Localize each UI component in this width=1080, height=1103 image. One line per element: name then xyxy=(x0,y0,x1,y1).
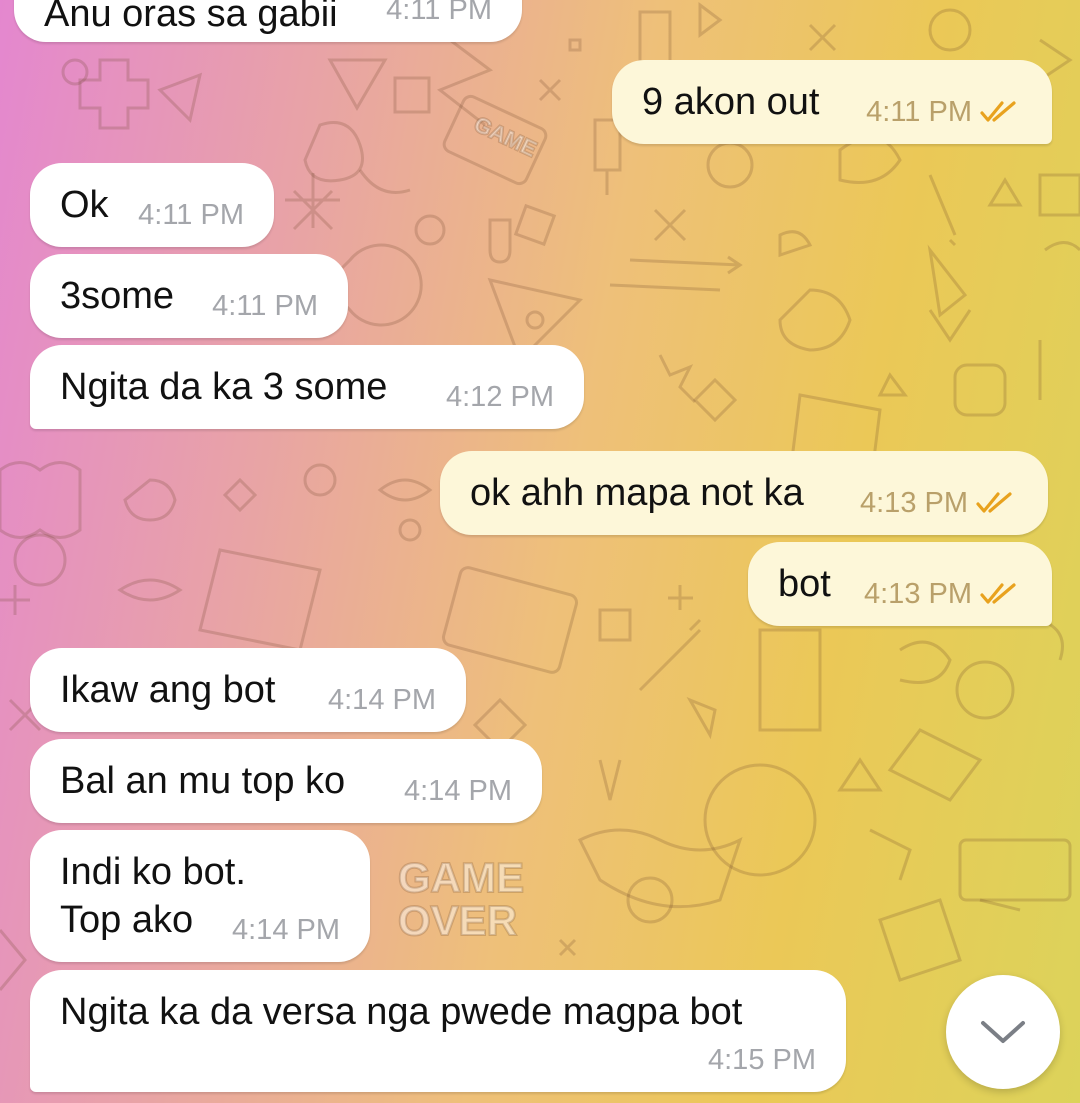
cartridge-label: GAME xyxy=(470,111,540,162)
message-time: 4:14 PM xyxy=(232,914,340,946)
message-bubble-incoming[interactable]: Anu oras sa gabii 4:11 PM xyxy=(14,0,522,42)
message-time: 4:13 PM xyxy=(860,487,968,519)
message-bubble-incoming[interactable]: Bal an mu top ko 4:14 PM xyxy=(30,739,542,823)
chevron-down-icon xyxy=(981,1021,1025,1043)
double-check-icon xyxy=(980,583,1016,604)
message-bubble-outgoing[interactable]: 9 akon out 4:11 PM xyxy=(612,60,1052,144)
message-bubble-incoming[interactable]: Ikaw ang bot 4:14 PM xyxy=(30,648,466,732)
message-time: 4:11 PM xyxy=(866,96,972,128)
message-bubble-outgoing[interactable]: bot 4:13 PM xyxy=(748,542,1052,626)
message-bubble-incoming[interactable]: 3some 4:11 PM xyxy=(30,254,348,338)
message-time: 4:13 PM xyxy=(864,578,972,610)
message-time: 4:14 PM xyxy=(404,775,512,807)
message-text: Ngita ka da versa nga pwede magpa bot xyxy=(60,991,743,1033)
game-over-sticker-line1: GAME xyxy=(398,854,524,901)
scroll-to-bottom-button[interactable] xyxy=(946,975,1060,1089)
message-bubble-incoming[interactable]: Ngita da ka 3 some 4:12 PM xyxy=(30,345,584,429)
message-time: 4:14 PM xyxy=(328,684,436,716)
double-check-icon xyxy=(980,101,1016,122)
message-bubble-outgoing[interactable]: ok ahh mapa not ka 4:13 PM xyxy=(440,451,1048,535)
message-time: 4:12 PM xyxy=(446,381,554,413)
message-time: 4:11 PM xyxy=(386,0,492,26)
game-over-sticker-line2: OVER xyxy=(398,897,517,944)
message-bubble-incoming[interactable]: Indi ko bot. Top ako 4:14 PM xyxy=(30,830,370,962)
message-time: 4:11 PM xyxy=(138,199,244,231)
message-bubble-incoming[interactable]: Ok 4:11 PM xyxy=(30,163,274,247)
message-bubble-incoming[interactable]: Ngita ka da versa nga pwede magpa bot 4:… xyxy=(30,970,846,1092)
message-time: 4:11 PM xyxy=(212,290,318,322)
message-text-line1: Indi ko bot. xyxy=(60,851,246,893)
message-time: 4:15 PM xyxy=(708,1044,816,1076)
double-check-icon xyxy=(976,492,1012,513)
